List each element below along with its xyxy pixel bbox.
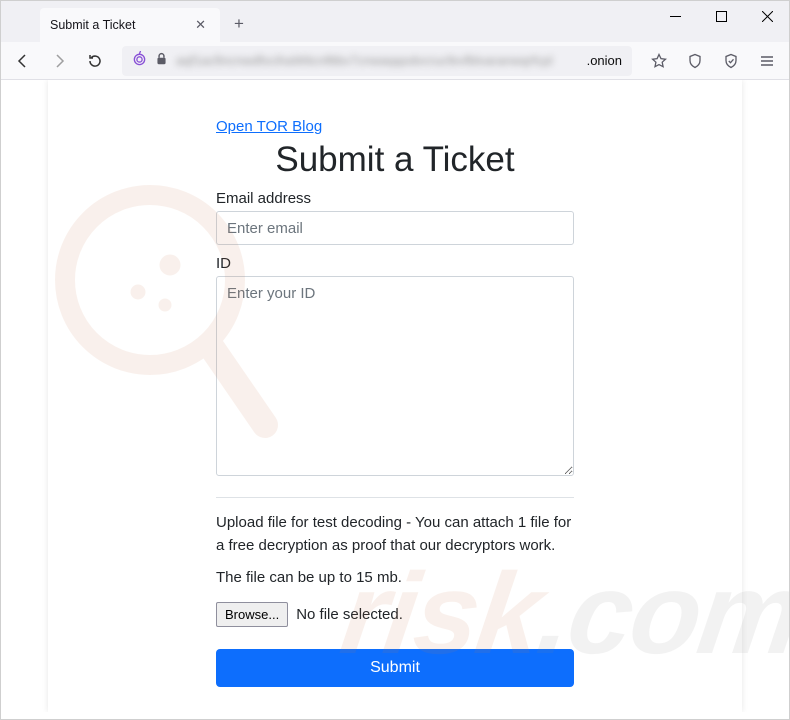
window-maximize-button[interactable] bbox=[698, 0, 744, 32]
id-textarea[interactable] bbox=[216, 276, 574, 476]
window-minimize-button[interactable] bbox=[652, 0, 698, 32]
bookmark-star-icon[interactable] bbox=[644, 46, 674, 76]
tab-close-icon[interactable]: ✕ bbox=[191, 17, 210, 33]
window-title-bar: Submit a Ticket ✕ + bbox=[0, 0, 790, 42]
hamburger-menu-icon[interactable] bbox=[752, 46, 782, 76]
url-suffix: .onion bbox=[587, 53, 622, 68]
separator bbox=[216, 497, 574, 498]
no-file-selected-text: No file selected. bbox=[296, 606, 403, 623]
upload-description: Upload file for test decoding - You can … bbox=[216, 512, 574, 557]
shield-icon[interactable] bbox=[680, 46, 710, 76]
security-level-icon[interactable] bbox=[716, 46, 746, 76]
window-close-button[interactable] bbox=[744, 0, 790, 32]
open-tor-blog-link[interactable]: Open TOR Blog bbox=[216, 118, 322, 135]
browser-tab[interactable]: Submit a Ticket ✕ bbox=[40, 8, 220, 42]
new-tab-button[interactable]: + bbox=[228, 14, 250, 34]
page-title: Submit a Ticket bbox=[216, 140, 574, 180]
submit-button[interactable]: Submit bbox=[216, 649, 574, 687]
reload-button[interactable] bbox=[80, 46, 110, 76]
file-size-note: The file can be up to 15 mb. bbox=[216, 569, 574, 586]
email-input[interactable] bbox=[216, 211, 574, 245]
window-controls bbox=[652, 0, 790, 32]
tab-title: Submit a Ticket bbox=[50, 18, 191, 32]
back-button[interactable] bbox=[8, 46, 38, 76]
id-label: ID bbox=[216, 255, 574, 272]
forward-button[interactable] bbox=[44, 46, 74, 76]
onion-service-icon bbox=[132, 51, 147, 71]
page-card: Open TOR Blog Submit a Ticket Email addr… bbox=[48, 80, 742, 712]
file-picker-row: Browse... No file selected. bbox=[216, 602, 574, 627]
email-label: Email address bbox=[216, 190, 574, 207]
address-bar[interactable]: aqf1acfincnwdfxcihaWitcnfttbv7cnwaqqodvc… bbox=[122, 46, 632, 76]
browse-button[interactable]: Browse... bbox=[216, 602, 288, 627]
page-viewport: Open TOR Blog Submit a Ticket Email addr… bbox=[0, 80, 790, 712]
url-text-blurred: aqf1acfincnwdfxcihaWitcnfttbv7cnwaqqodvc… bbox=[176, 53, 583, 68]
lock-icon bbox=[155, 52, 168, 70]
browser-toolbar: aqf1acfincnwdfxcihaWitcnfttbv7cnwaqqodvc… bbox=[0, 42, 790, 80]
